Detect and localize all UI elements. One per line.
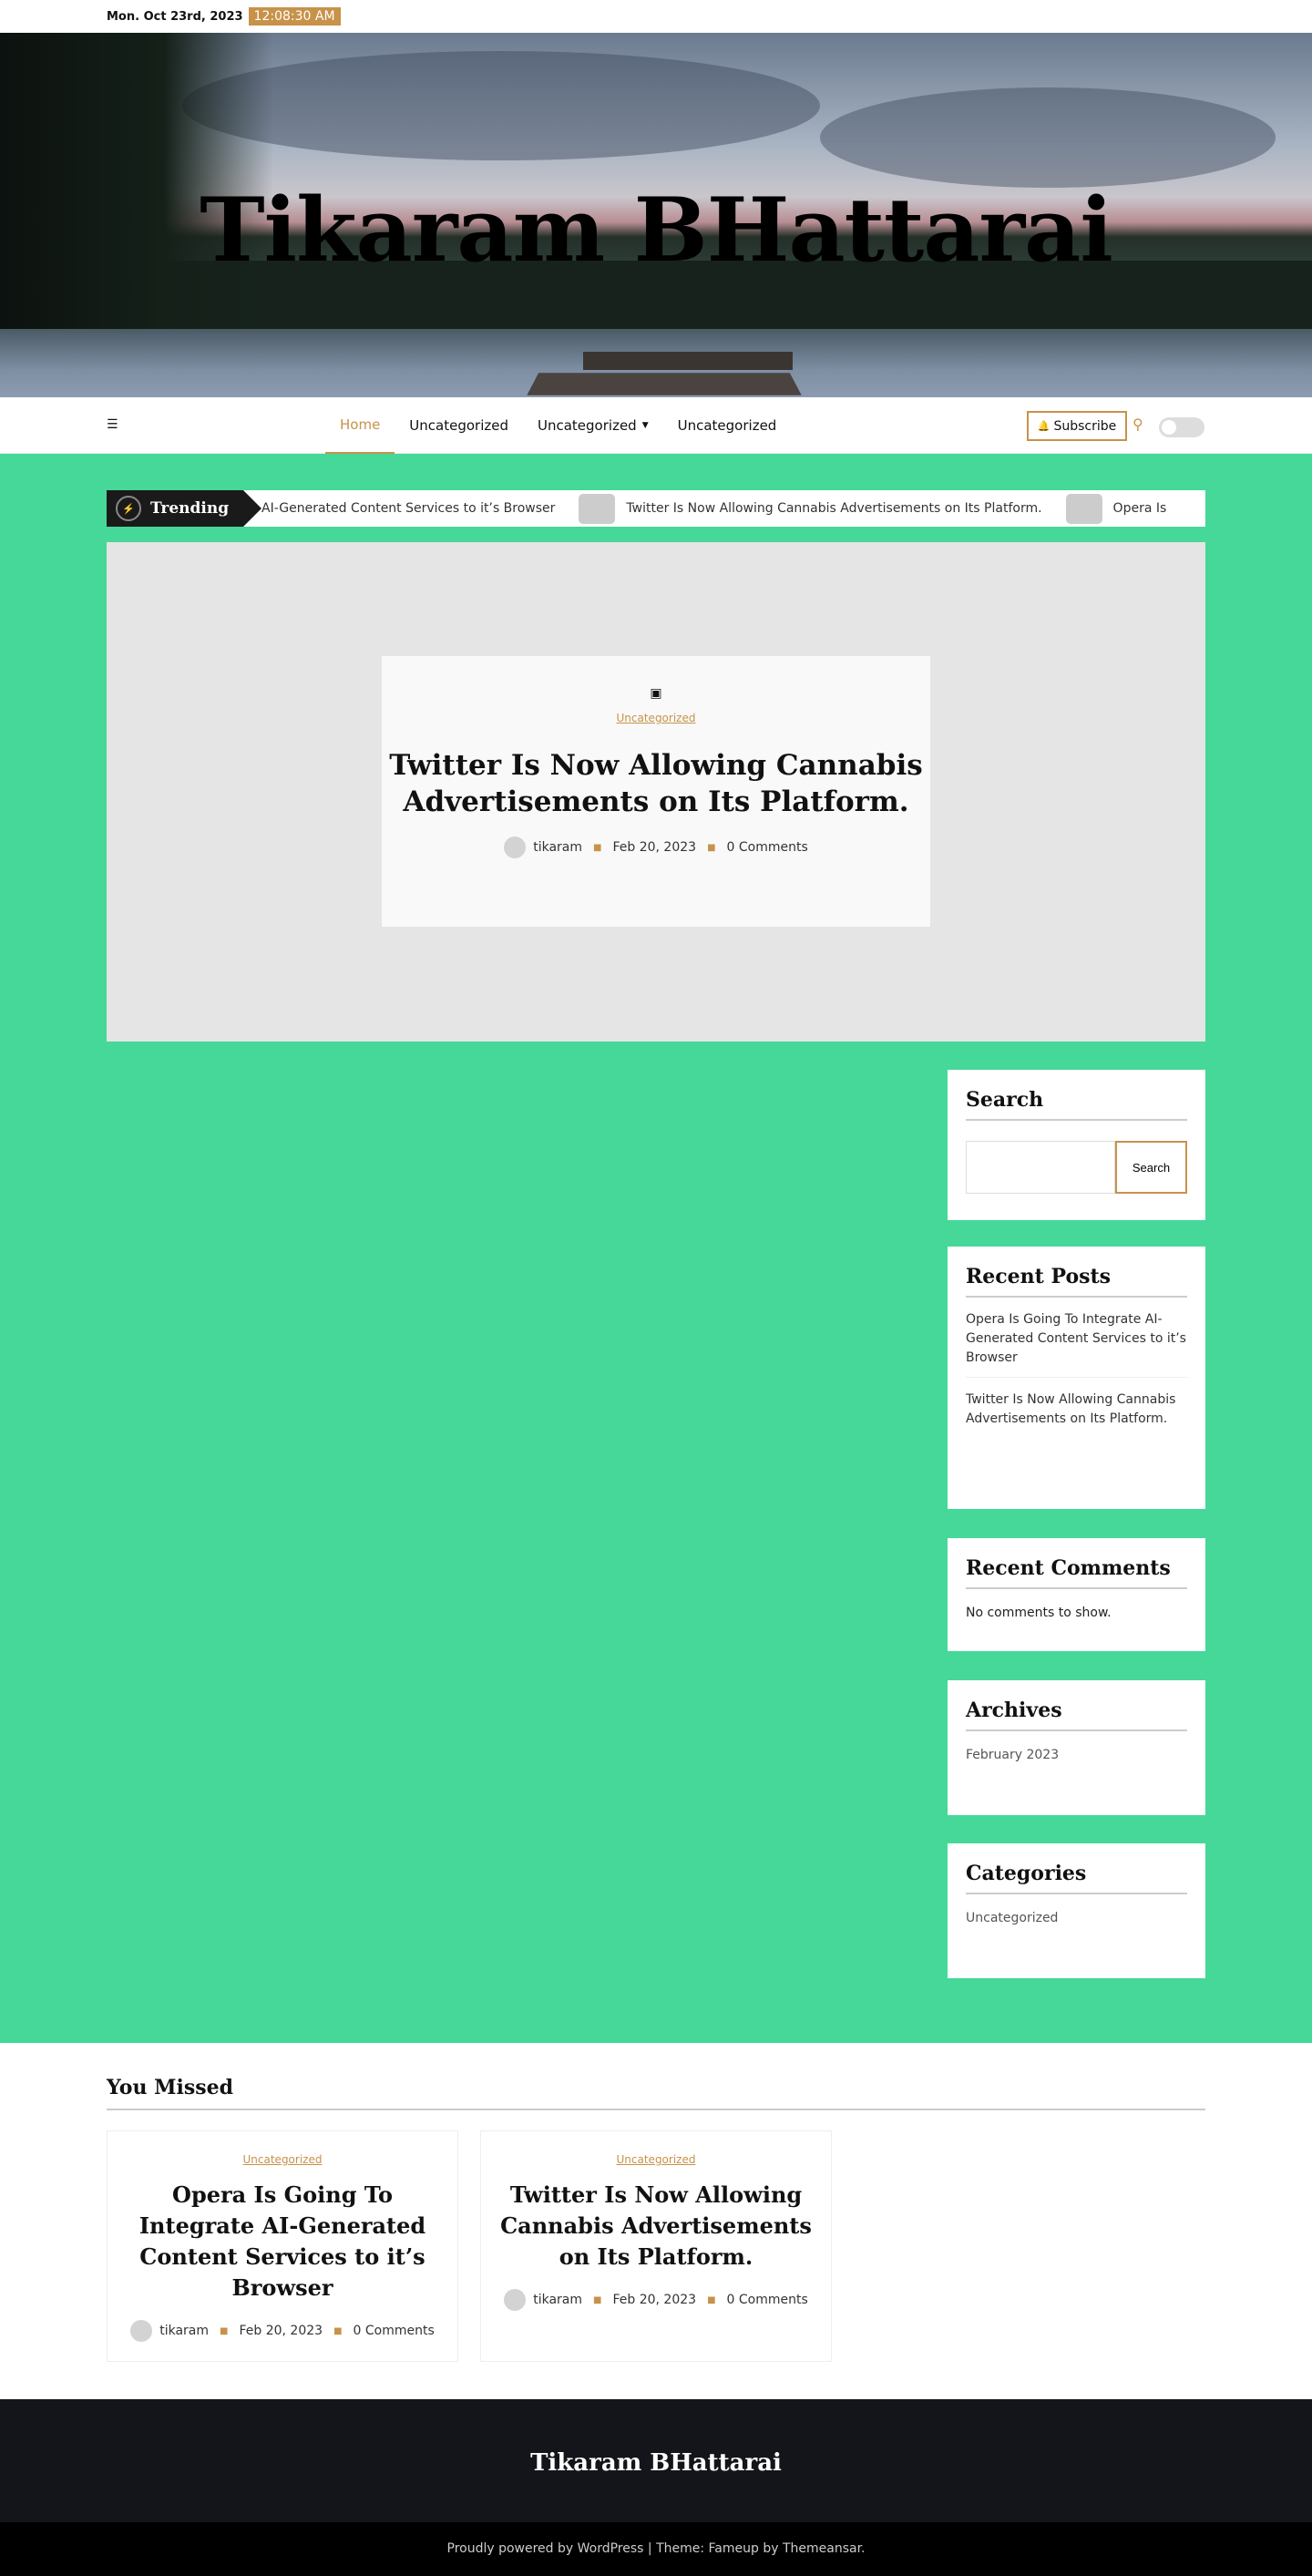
widget-title: Recent Posts bbox=[966, 1265, 1187, 1298]
recent-post-link[interactable]: Opera Is Going To Integrate AI-Generated… bbox=[966, 1298, 1187, 1378]
ticker-link[interactable]: Twitter Is Now Allowing Cannabis Adverti… bbox=[626, 501, 1041, 516]
post-meta: tikaram ■ Feb 20, 2023 ■ 0 Comments bbox=[481, 2289, 831, 2311]
site-title[interactable]: Tikaram BHattarai bbox=[0, 179, 1312, 282]
post-title[interactable]: Twitter Is Now Allowing Cannabis Adverti… bbox=[382, 747, 930, 820]
category-link[interactable]: Uncategorized bbox=[966, 1911, 1187, 1925]
nav-links: Home Uncategorized Uncategorized ▼ Uncate… bbox=[325, 397, 791, 454]
post-card: Uncategorized Twitter Is Now Allowing Ca… bbox=[480, 2130, 832, 2362]
bell-icon: 🔔 bbox=[1037, 420, 1051, 432]
categories-widget: Categories Uncategorized bbox=[948, 1843, 1205, 1978]
comments-link[interactable]: 0 Comments bbox=[727, 2293, 808, 2307]
you-missed-section: You Missed Uncategorized Opera Is Going … bbox=[107, 2076, 1205, 2362]
search-icon[interactable]: ⚲ bbox=[1133, 416, 1143, 433]
main-content: ⚡ Trending AI-Generated Content Services… bbox=[0, 454, 1312, 2043]
author-link[interactable]: tikaram bbox=[533, 2293, 582, 2307]
post-date[interactable]: Feb 20, 2023 bbox=[612, 840, 696, 855]
archives-widget: Archives February 2023 bbox=[948, 1680, 1205, 1815]
search-input[interactable] bbox=[966, 1141, 1115, 1194]
category-link[interactable]: Uncategorized bbox=[243, 2153, 323, 2166]
avatar[interactable] bbox=[504, 2289, 527, 2311]
calendar-icon: ■ bbox=[593, 2294, 602, 2305]
footer: Tikaram BHattarai bbox=[0, 2399, 1312, 2522]
post-meta: tikaram ■ Feb 20, 2023 ■ 0 Comments bbox=[382, 836, 930, 858]
widget-title: Search bbox=[966, 1088, 1187, 1121]
clock-badge: 12:08:30 AM bbox=[248, 7, 341, 26]
calendar-icon: ■ bbox=[220, 2325, 229, 2336]
comments-link[interactable]: 0 Comments bbox=[727, 840, 808, 855]
avatar[interactable] bbox=[130, 2320, 153, 2342]
featured-post: ▣ Uncategorized Twitter Is Now Allowing … bbox=[107, 542, 1205, 1042]
nav-item-uncategorized-dropdown[interactable]: Uncategorized ▼ bbox=[523, 397, 663, 454]
calendar-icon: ■ bbox=[593, 842, 602, 853]
widget-title: Categories bbox=[966, 1862, 1187, 1894]
comment-icon: ■ bbox=[707, 2294, 716, 2305]
author-link[interactable]: tikaram bbox=[159, 2324, 209, 2338]
trending-label: ⚡ Trending bbox=[107, 490, 243, 527]
no-comments-text: No comments to show. bbox=[966, 1606, 1112, 1620]
avatar[interactable] bbox=[504, 836, 527, 858]
subscribe-button[interactable]: 🔔 Subscribe bbox=[1027, 411, 1127, 441]
post-title[interactable]: Twitter Is Now Allowing Cannabis Adverti… bbox=[481, 2180, 831, 2273]
date-text: Mon. Oct 23rd, 2023 bbox=[107, 9, 243, 24]
category-link[interactable]: Uncategorized bbox=[617, 2153, 696, 2166]
post-card: Uncategorized Opera Is Going To Integrat… bbox=[107, 2130, 458, 2362]
search-button[interactable]: Search bbox=[1115, 1141, 1187, 1194]
recent-comments-widget: Recent Comments No comments to show. bbox=[948, 1538, 1205, 1651]
nav-item-home[interactable]: Home bbox=[325, 397, 395, 454]
comment-icon: ■ bbox=[333, 2325, 343, 2336]
section-title: You Missed bbox=[107, 2076, 1205, 2110]
post-title[interactable]: Opera Is Going To Integrate AI-Generated… bbox=[108, 2180, 457, 2304]
ticker-link[interactable]: AI-Generated Content Services to it’s Br… bbox=[261, 501, 555, 516]
comments-link[interactable]: 0 Comments bbox=[354, 2324, 435, 2338]
ticker-thumbnail[interactable] bbox=[579, 493, 616, 524]
post-date[interactable]: Feb 20, 2023 bbox=[612, 2293, 696, 2307]
featured-card: ▣ Uncategorized Twitter Is Now Allowing … bbox=[382, 656, 930, 927]
nav-item-uncategorized-2[interactable]: Uncategorized bbox=[663, 397, 792, 454]
recent-post-link[interactable]: Twitter Is Now Allowing Cannabis Adverti… bbox=[966, 1378, 1187, 1438]
search-widget: Search Search bbox=[948, 1070, 1205, 1220]
menu-icon[interactable]: ☰ bbox=[107, 417, 118, 432]
ticker-items: AI-Generated Content Services to it’s Br… bbox=[261, 490, 1166, 527]
ticker-link[interactable]: Opera Is bbox=[1113, 501, 1167, 516]
category-link[interactable]: Uncategorized bbox=[617, 712, 696, 724]
post-date[interactable]: Feb 20, 2023 bbox=[239, 2324, 323, 2338]
image-icon: ▣ bbox=[650, 686, 662, 701]
widget-title: Recent Comments bbox=[966, 1556, 1187, 1589]
trending-ticker: ⚡ Trending AI-Generated Content Services… bbox=[107, 490, 1205, 527]
top-bar: Mon. Oct 23rd, 2023 12:08:30 AM bbox=[0, 0, 1312, 33]
bolt-icon: ⚡ bbox=[116, 496, 141, 521]
ticker-thumbnail[interactable] bbox=[1065, 493, 1102, 524]
footer-site-title[interactable]: Tikaram BHattarai bbox=[0, 2449, 1312, 2477]
footer-credit: Proudly powered by WordPress | Theme: Fa… bbox=[0, 2522, 1312, 2576]
dark-mode-toggle[interactable] bbox=[1159, 417, 1204, 437]
header-banner: Tikaram BHattarai bbox=[0, 33, 1312, 397]
archive-link[interactable]: February 2023 bbox=[966, 1748, 1187, 1762]
caret-down-icon: ▼ bbox=[641, 421, 649, 430]
comment-icon: ■ bbox=[707, 842, 716, 853]
recent-posts-widget: Recent Posts Opera Is Going To Integrate… bbox=[948, 1247, 1205, 1509]
main-nav: ☰ Home Uncategorized Uncategorized ▼ Unca… bbox=[0, 397, 1312, 454]
author-link[interactable]: tikaram bbox=[533, 840, 582, 855]
post-meta: tikaram ■ Feb 20, 2023 ■ 0 Comments bbox=[108, 2320, 457, 2342]
nav-item-uncategorized[interactable]: Uncategorized bbox=[395, 397, 523, 454]
widget-title: Archives bbox=[966, 1699, 1187, 1731]
